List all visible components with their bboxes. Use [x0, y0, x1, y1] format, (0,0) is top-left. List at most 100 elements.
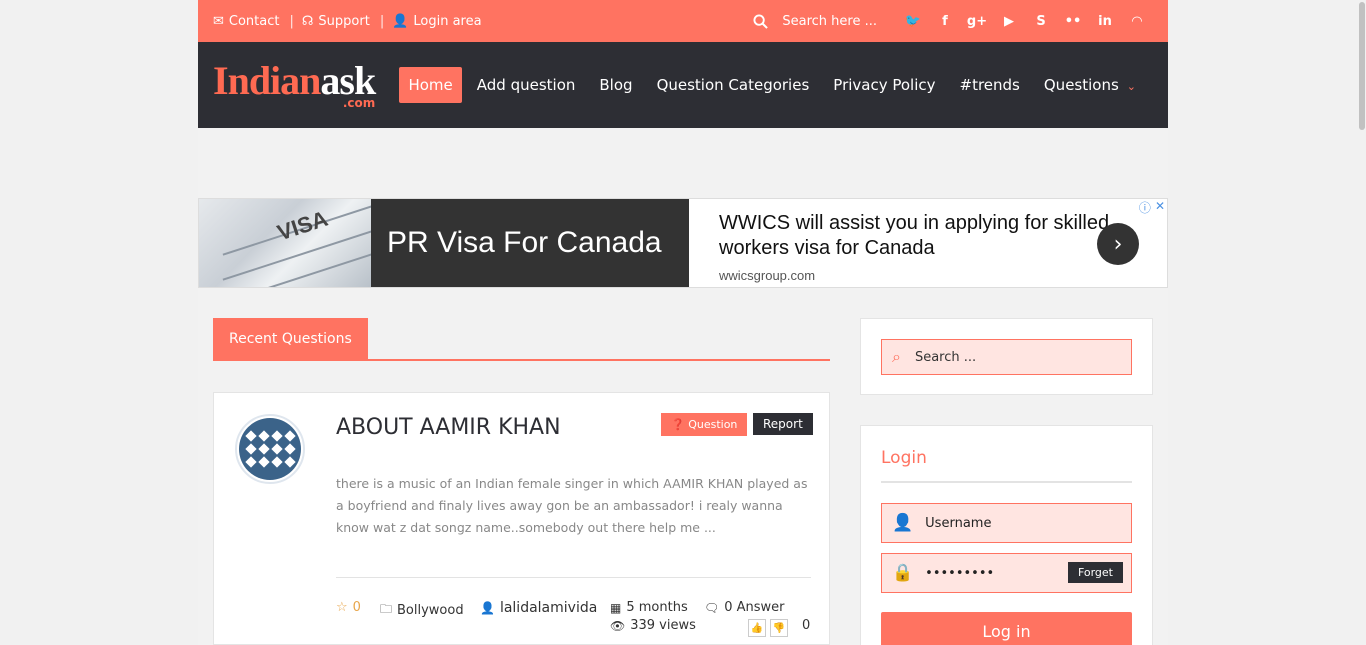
google-plus-icon[interactable]: g+ [961, 14, 993, 29]
rating: ☆ 0 [336, 600, 361, 615]
login-widget: Login 👤 Username 🔒 ••••••••• Forget Log … [860, 425, 1153, 645]
top-search-input[interactable]: Search here ... [782, 14, 877, 29]
forget-password-button[interactable]: Forget [1067, 562, 1123, 583]
page-scrollbar[interactable] [1358, 0, 1366, 645]
contact-link[interactable]: ✉ Contact [213, 14, 279, 29]
answers-count: 0 Answer [724, 600, 785, 615]
sidebar-search-placeholder: Search ... [914, 349, 977, 365]
login-area-label: Login area [413, 13, 482, 29]
separator: | [379, 13, 385, 29]
vote-controls: 👍 👎 [748, 619, 788, 637]
support-label: Support [318, 13, 370, 29]
search-icon[interactable] [753, 13, 769, 29]
nav-blog[interactable]: Blog [590, 67, 641, 103]
ad-domain: wwicsgroup.com [719, 268, 816, 283]
nav-question-categories[interactable]: Question Categories [648, 67, 819, 103]
nav-add-question[interactable]: Add question [468, 67, 585, 103]
info-icon[interactable]: ⓘ [1139, 199, 1151, 216]
question-card: ABOUT AAMIR KHAN ❓ Question Report there… [213, 392, 830, 645]
question-type-badge: ❓ Question [661, 413, 748, 436]
author-name: lalidalamivida [499, 600, 598, 616]
ad-image: VISA [199, 199, 371, 287]
calendar-icon: ▦ [610, 600, 622, 615]
recent-questions-header: Recent Questions [213, 318, 830, 361]
user-icon: 👤 [892, 513, 914, 533]
nav-menu: Home Add question Blog Question Categori… [393, 67, 1145, 103]
sidebar-search-widget: ⌕ Search ... [860, 318, 1153, 395]
password-field[interactable]: 🔒 ••••••••• Forget [881, 553, 1132, 593]
divider [881, 481, 1132, 483]
chevron-right-icon[interactable]: › [1097, 223, 1139, 265]
twitter-icon[interactable]: 🐦 [897, 14, 929, 29]
logo-part1: Indian [213, 58, 321, 103]
divider [336, 577, 811, 578]
facebook-icon[interactable]: f [929, 14, 961, 29]
question-circle-icon: ❓ [671, 418, 689, 431]
question-type-label: Question [688, 418, 738, 431]
recent-questions-tab[interactable]: Recent Questions [213, 318, 368, 359]
top-bar: ✉ Contact | ☊ Support | 👤 Login area Sea… [198, 0, 1168, 42]
search-icon: ⌕ [892, 347, 901, 366]
social-links: 🐦 f g+ ▶ S •• in ◠ [897, 14, 1153, 29]
flickr-icon[interactable]: •• [1057, 14, 1089, 29]
top-bar-right: Search here ... 🐦 f g+ ▶ S •• in ◠ [753, 14, 1153, 29]
ad-copy[interactable]: WWICS will assist you in applying for sk… [689, 199, 1167, 287]
comments-icon: 🗨 [704, 600, 720, 615]
chevron-down-icon: ⌄ [1126, 80, 1136, 93]
user-icon: 👤 [480, 601, 495, 615]
views-count: 339 views [630, 618, 696, 633]
main-nav: Indianask .com Home Add question Blog Qu… [198, 42, 1168, 128]
ad-headline[interactable]: PR Visa For Canada [371, 199, 689, 287]
eye-icon: 👁 [610, 618, 626, 633]
nav-trends[interactable]: #trends [951, 67, 1029, 103]
scrollbar-thumb[interactable] [1359, 2, 1365, 130]
report-button[interactable]: Report [753, 413, 813, 435]
login-button[interactable]: Log in [881, 612, 1132, 645]
nav-privacy-policy[interactable]: Privacy Policy [824, 67, 944, 103]
login-area-link[interactable]: 👤 Login area [392, 14, 481, 29]
views: 👁 339 views [610, 618, 696, 633]
folder-icon: 🗀 [380, 602, 393, 616]
contact-label: Contact [228, 13, 280, 29]
time-label: 5 months [626, 600, 688, 615]
nav-questions-label: Questions [1043, 76, 1119, 94]
avatar[interactable] [235, 414, 305, 484]
lock-icon: 🔒 [892, 563, 914, 583]
answers[interactable]: 🗨 0 Answer [704, 600, 785, 615]
close-icon[interactable]: ✕ [1155, 199, 1165, 216]
category[interactable]: 🗀 Bollywood [380, 600, 464, 621]
password-value: ••••••••• [925, 565, 995, 581]
question-title[interactable]: ABOUT AAMIR KHAN [336, 415, 561, 440]
username-field[interactable]: 👤 Username [881, 503, 1132, 543]
ad-banner[interactable]: VISA PR Visa For Canada WWICS will assis… [198, 198, 1168, 288]
category-label: Bollywood [397, 603, 464, 618]
rating-value: 0 [352, 600, 361, 615]
envelope-icon: ✉ [213, 13, 224, 29]
separator: | [289, 13, 294, 29]
star-icon: ☆ [336, 600, 348, 615]
logo-tld: .com [342, 96, 376, 110]
ad-image-stamp: VISA [274, 205, 331, 246]
login-title: Login [881, 448, 927, 468]
top-search[interactable]: Search here ... [753, 14, 877, 29]
thumbs-down-icon[interactable]: 👎 [770, 619, 788, 637]
time: ▦ 5 months [610, 600, 688, 615]
author[interactable]: 👤 lalidalamivida [480, 600, 597, 616]
linkedin-icon[interactable]: in [1089, 14, 1121, 29]
page-wrapper: ✉ Contact | ☊ Support | 👤 Login area Sea… [198, 0, 1168, 645]
headphones-icon: ☊ [301, 13, 314, 29]
nav-home[interactable]: Home [399, 67, 462, 103]
rss-icon[interactable]: ◠ [1121, 14, 1153, 29]
youtube-icon[interactable]: ▶ [993, 14, 1025, 29]
thumbs-up-icon[interactable]: 👍 [748, 619, 766, 637]
sidebar-search-input[interactable]: ⌕ Search ... [881, 339, 1132, 375]
nav-questions[interactable]: Questions ⌄ [1035, 67, 1145, 103]
vote-count: 0 [802, 618, 811, 633]
username-placeholder: Username [925, 515, 992, 531]
skype-icon[interactable]: S [1025, 14, 1057, 29]
site-logo[interactable]: Indianask .com [213, 58, 376, 110]
ad-controls: ⓘ ✕ [1139, 199, 1165, 216]
user-icon: 👤 [392, 13, 409, 29]
question-excerpt: there is a music of an Indian female sin… [336, 476, 808, 535]
support-link[interactable]: ☊ Support [302, 14, 370, 29]
